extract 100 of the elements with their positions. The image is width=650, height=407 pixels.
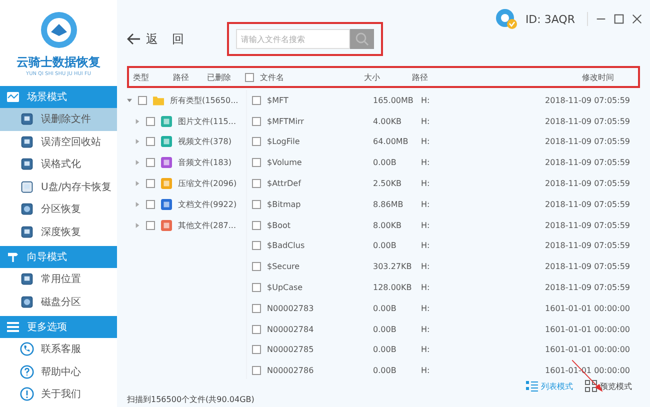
sidebar-item[interactable]: 深度恢复 bbox=[0, 220, 117, 243]
document-file-icon bbox=[161, 198, 172, 210]
modified-time: 1601-01-01 00:00:00 bbox=[545, 304, 630, 313]
checkbox[interactable] bbox=[146, 116, 155, 126]
brand-name: 云骑士数据恢复 bbox=[16, 54, 100, 71]
category-label[interactable]: 其他文件(287... bbox=[178, 220, 236, 231]
sidebar-item[interactable]: 常用位置 bbox=[0, 268, 117, 290]
checkbox[interactable] bbox=[252, 158, 261, 168]
expand-arrow-icon[interactable] bbox=[135, 222, 140, 228]
modified-time: 2018-11-09 07:05:59 bbox=[545, 262, 630, 272]
column-header: 路径 bbox=[412, 72, 429, 82]
category-label[interactable]: 音频文件(183) bbox=[178, 157, 232, 168]
file-size: 64.00MB bbox=[373, 137, 410, 146]
expand-arrow-icon[interactable] bbox=[135, 139, 140, 144]
sidebar-item[interactable]: 磁盘分区 bbox=[0, 290, 117, 313]
file-path: H: bbox=[421, 262, 431, 272]
file-size: 0.00B bbox=[373, 158, 398, 168]
sidebar-item[interactable]: 分区恢复 bbox=[0, 198, 117, 220]
collapse-arrow-icon[interactable] bbox=[127, 98, 132, 103]
checkbox[interactable] bbox=[252, 241, 261, 250]
column-header: 文件名 bbox=[260, 72, 285, 82]
modified-time: 2018-11-09 07:05:59 bbox=[545, 241, 630, 250]
category-label[interactable]: 文档文件(9922) bbox=[178, 198, 237, 210]
file-size: 303.27KB bbox=[373, 262, 413, 272]
column-header: 大小 bbox=[364, 72, 381, 82]
checkbox[interactable] bbox=[138, 96, 147, 105]
checkbox[interactable] bbox=[252, 345, 261, 354]
checkbox[interactable] bbox=[146, 137, 155, 146]
modified-time: 1601-01-01 00:00:00 bbox=[545, 324, 630, 334]
preview-mode-button[interactable]: 预览模式 bbox=[585, 379, 632, 393]
column-header: 已删除 bbox=[207, 72, 232, 82]
file-path: H: bbox=[421, 137, 431, 146]
file-size: 0.00B bbox=[373, 366, 398, 376]
search-button[interactable] bbox=[350, 29, 374, 49]
back-button[interactable]: 返 回 bbox=[127, 30, 227, 48]
colored-squares-icon bbox=[161, 220, 172, 231]
sidebar-item[interactable]: 误格式化 bbox=[0, 153, 117, 176]
modified-time: 2018-11-09 07:05:59 bbox=[545, 200, 630, 209]
sidebar-item[interactable]: 帮助中心 bbox=[0, 360, 117, 383]
section-title: 更多选项 bbox=[27, 320, 67, 334]
checkbox[interactable] bbox=[252, 116, 261, 126]
file-path: H: bbox=[421, 116, 431, 126]
left-arrow-icon bbox=[127, 33, 141, 45]
sidebar-item[interactable]: 联系客服 bbox=[0, 338, 117, 360]
checkbox[interactable] bbox=[252, 304, 261, 313]
file-path: H: bbox=[421, 158, 431, 168]
category-label[interactable]: 图片文件(115... bbox=[178, 116, 236, 127]
file-name: $Bitmap bbox=[267, 200, 302, 209]
checkbox[interactable] bbox=[252, 366, 261, 376]
modified-time: 2018-11-09 07:05:59 bbox=[545, 116, 630, 126]
status-text: 扫描到156500个文件(共90.04GB) bbox=[127, 394, 256, 406]
file-size: 2.50KB bbox=[373, 179, 403, 188]
column-header: 修改时间 bbox=[582, 72, 614, 82]
file-name: $MFT bbox=[267, 96, 290, 105]
checkbox[interactable] bbox=[252, 283, 261, 292]
file-name: $MFTMirr bbox=[267, 116, 305, 126]
category-label[interactable]: 视频文件(378) bbox=[178, 136, 232, 148]
category-label[interactable]: 所有类型(15650... bbox=[170, 94, 238, 106]
expand-arrow-icon[interactable] bbox=[135, 181, 140, 186]
file-name: N00002784 bbox=[267, 324, 315, 334]
modified-time: 2018-11-09 07:05:59 bbox=[545, 179, 630, 188]
category-label[interactable]: 压缩文件(2096) bbox=[178, 178, 237, 190]
expand-arrow-icon[interactable] bbox=[135, 202, 140, 207]
file-path: H: bbox=[421, 324, 431, 334]
sidebar-item[interactable]: 误清空回收站 bbox=[0, 130, 117, 153]
file-path: H: bbox=[421, 241, 431, 250]
hard-drive-icon bbox=[20, 294, 34, 309]
close-icon[interactable] bbox=[632, 14, 642, 24]
sidebar-item[interactable]: 关于我们 bbox=[0, 383, 117, 406]
expand-arrow-icon[interactable] bbox=[135, 160, 140, 166]
file-name: $Secure bbox=[267, 262, 301, 272]
checkbox[interactable] bbox=[146, 220, 155, 230]
expand-arrow-icon[interactable] bbox=[135, 118, 140, 124]
sidebar-item[interactable]: 误删除文件 bbox=[0, 108, 117, 130]
file-size: 0.00B bbox=[373, 241, 398, 250]
section-title: 场景模式 bbox=[27, 90, 67, 104]
search-field[interactable]: 请输入文件名搜索 bbox=[236, 29, 350, 49]
file-path: H: bbox=[421, 304, 431, 313]
file-path: H: bbox=[421, 200, 431, 209]
grid-icon bbox=[585, 380, 597, 392]
file-size: 128.00KB bbox=[373, 283, 413, 292]
checkbox[interactable] bbox=[146, 200, 155, 209]
file-name: $Volume bbox=[267, 158, 303, 168]
checkbox[interactable] bbox=[146, 158, 155, 168]
file-name: $Boot bbox=[267, 220, 292, 230]
file-size: 4.00KB bbox=[373, 116, 403, 126]
checkbox[interactable] bbox=[252, 137, 261, 146]
checkbox[interactable] bbox=[252, 262, 261, 272]
maximize-icon[interactable] bbox=[614, 14, 624, 24]
checkbox[interactable] bbox=[245, 72, 254, 82]
checkbox[interactable] bbox=[252, 200, 261, 209]
checkbox[interactable] bbox=[252, 179, 261, 188]
checkbox[interactable] bbox=[252, 96, 261, 105]
modified-time: 2018-11-09 07:05:59 bbox=[545, 137, 630, 146]
checkbox[interactable] bbox=[252, 324, 261, 334]
music-file-icon bbox=[161, 157, 172, 168]
checkbox[interactable] bbox=[146, 179, 155, 188]
checkbox[interactable] bbox=[252, 220, 261, 230]
sidebar-item[interactable]: U盘/内存卡恢复 bbox=[0, 176, 117, 198]
column-header: 路径 bbox=[173, 72, 190, 82]
